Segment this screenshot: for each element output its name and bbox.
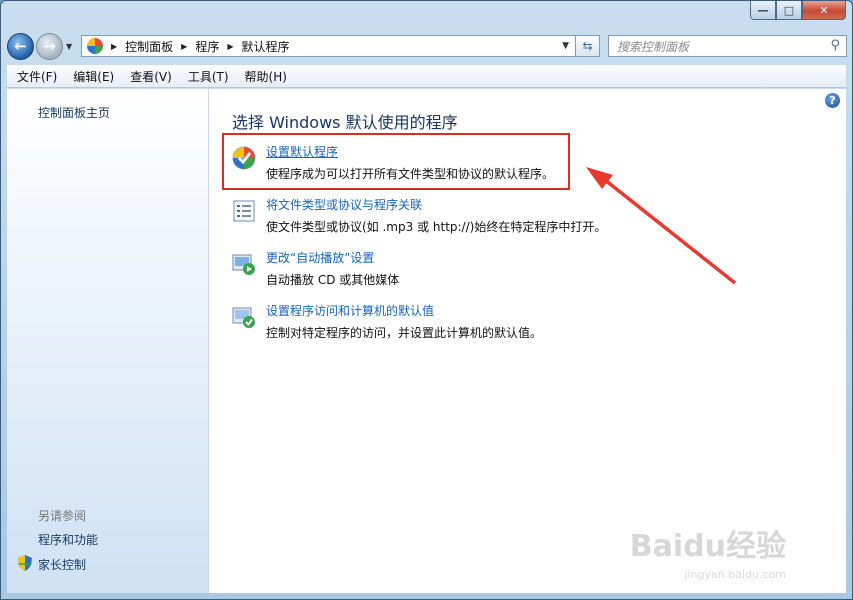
menu-help[interactable]: 帮助(H) <box>245 68 287 85</box>
breadcrumb-programs[interactable]: 程序 <box>195 38 219 55</box>
control-panel-icon <box>87 38 103 54</box>
maximize-button[interactable]: □ <box>776 1 802 20</box>
close-button[interactable]: ✕ <box>802 1 846 20</box>
watermark-site: jingyan.baidu.com <box>684 568 786 581</box>
forward-button[interactable]: → <box>36 32 63 60</box>
autoplay-icon <box>232 254 255 275</box>
parental-controls-link[interactable]: 家长控制 <box>38 556 86 573</box>
watermark-logo: Baidu经验 <box>629 529 786 564</box>
programs-and-features-link[interactable]: 程序和功能 <box>38 531 98 548</box>
shield-icon <box>18 555 32 571</box>
file-association-link[interactable]: 将文件类型或协议与程序关联 <box>266 196 422 213</box>
see-also-heading: 另请参阅 <box>38 509 87 523</box>
breadcrumb-control-panel[interactable]: 控制面板 <box>125 38 173 55</box>
chevron-right-icon[interactable]: ▶ <box>227 42 233 51</box>
program-access-icon <box>232 307 255 328</box>
program-access-link[interactable]: 设置程序访问和计算机的默认值 <box>266 302 434 319</box>
recent-pages-dropdown-icon[interactable]: ▼ <box>66 42 72 51</box>
autoplay-desc: 自动播放 CD 或其他媒体 <box>266 273 400 287</box>
file-association-icon <box>233 200 255 222</box>
left-pane: 控制面板主页 另请参阅 程序和功能 家长控制 <box>7 89 209 593</box>
address-bar[interactable]: ▶ 控制面板 ▶ 程序 ▶ 默认程序 ▼ <box>81 35 576 57</box>
minimize-button[interactable]: — <box>750 1 776 20</box>
breadcrumb-default-programs[interactable]: 默认程序 <box>242 38 290 55</box>
search-input[interactable]: 搜索控制面板 ⚲ <box>608 35 847 57</box>
set-default-programs-desc: 使程序成为可以打开所有文件类型和协议的默认程序。 <box>266 167 555 181</box>
refresh-button[interactable]: ⇆ <box>576 35 600 57</box>
menu-edit[interactable]: 编辑(E) <box>73 68 114 85</box>
control-panel-window: — □ ✕ ← → ▼ ▶ 控制面板 ▶ 程序 ▶ 默认程序 ▼ ⇆ 搜索控制面… <box>0 0 853 600</box>
control-panel-home-link[interactable]: 控制面板主页 <box>38 104 110 121</box>
chevron-right-icon[interactable]: ▶ <box>181 42 187 51</box>
caption-buttons: — □ ✕ <box>750 1 846 20</box>
program-access-desc: 控制对特定程序的访问，并设置此计算机的默认值。 <box>266 326 543 340</box>
autoplay-settings-link[interactable]: 更改“自动播放”设置 <box>266 249 374 266</box>
back-button[interactable]: ← <box>7 32 34 60</box>
help-icon[interactable]: ? <box>825 93 840 108</box>
search-icon[interactable]: ⚲ <box>830 38 840 53</box>
page-title: 选择 Windows 默认使用的程序 <box>232 113 458 132</box>
file-association-desc: 使文件类型或协议(如 .mp3 或 http://)始终在特定程序中打开。 <box>266 220 607 234</box>
search-placeholder: 搜索控制面板 <box>617 39 690 54</box>
address-dropdown-icon[interactable]: ▼ <box>562 41 569 51</box>
menu-view[interactable]: 查看(V) <box>130 68 172 85</box>
address-toolbar: ← → ▼ ▶ 控制面板 ▶ 程序 ▶ 默认程序 ▼ ⇆ 搜索控制面板 ⚲ <box>7 31 847 61</box>
menu-file[interactable]: 文件(F) <box>17 68 57 85</box>
default-programs-icon <box>232 146 256 170</box>
menu-bar: 文件(F) 编辑(E) 查看(V) 工具(T) 帮助(H) <box>7 65 846 88</box>
chevron-right-icon[interactable]: ▶ <box>111 42 117 51</box>
content-area: 控制面板主页 另请参阅 程序和功能 家长控制 ? 选择 Windows 默认使用… <box>7 89 846 593</box>
menu-tools[interactable]: 工具(T) <box>188 68 229 85</box>
set-default-programs-link[interactable]: 设置默认程序 <box>266 143 338 160</box>
